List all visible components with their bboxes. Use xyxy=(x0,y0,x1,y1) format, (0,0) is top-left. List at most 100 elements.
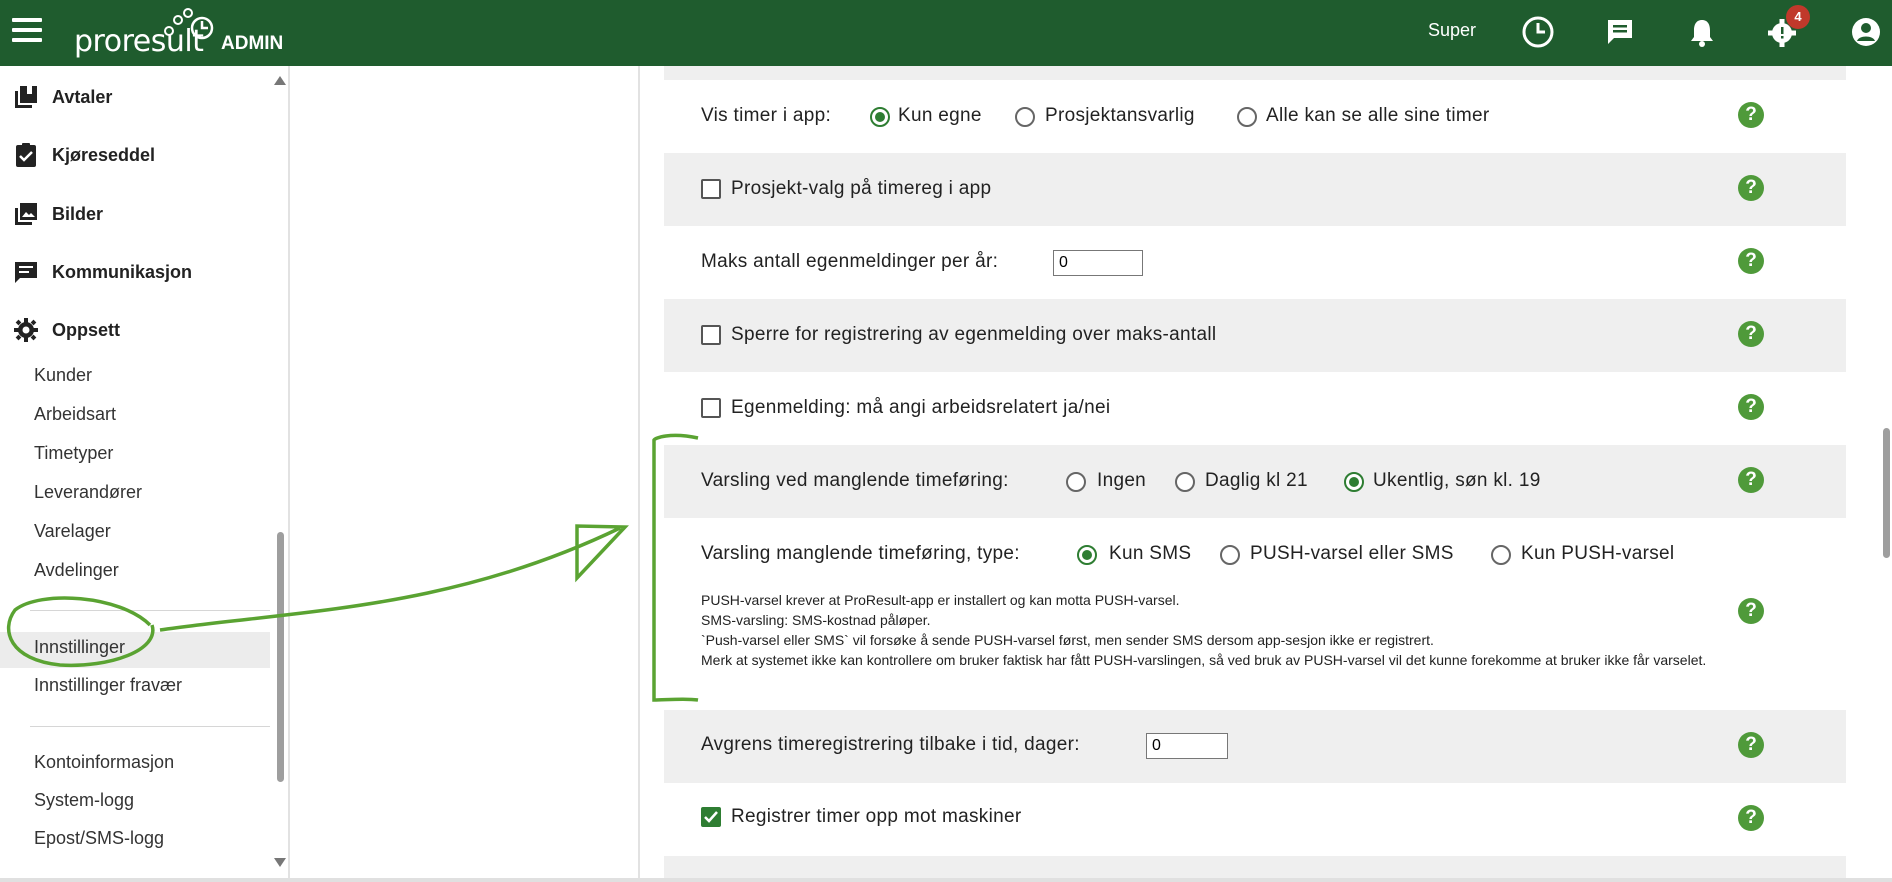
sperre-egenmelding-label: Sperre for registrering av egenmelding o… xyxy=(731,324,1217,345)
menu-icon[interactable] xyxy=(12,18,42,42)
sidebar-item-label: Avtaler xyxy=(52,86,113,107)
sidebar-item-innstillinger[interactable]: Innstillinger xyxy=(34,637,125,658)
clipboard-check-icon xyxy=(16,143,36,167)
varsling-radio-daglig[interactable] xyxy=(1175,472,1195,492)
sidebar-item-label: Bilder xyxy=(52,203,104,224)
varsling-option-label[interactable]: Ukentlig, søn kl. 19 xyxy=(1373,470,1541,492)
settings-row-registrer-maskiner: Registrer timer opp mot maskiner ? xyxy=(664,783,1846,856)
sidebar-item-kunder[interactable]: Kunder xyxy=(34,365,92,386)
help-icon[interactable]: ? xyxy=(1738,248,1764,274)
settings-row-prosjekt-valg: Prosjekt-valg på timereg i app ? xyxy=(664,153,1846,226)
help-icon[interactable]: ? xyxy=(1738,394,1764,420)
scroll-up-icon[interactable] xyxy=(274,76,286,85)
registrer-maskiner-checkbox[interactable] xyxy=(701,807,721,827)
varsling-type-note: PUSH-varsel krever at ProResult-app er i… xyxy=(701,590,1721,670)
registrer-maskiner-label: Registrer timer opp mot maskiner xyxy=(731,806,1022,827)
vis-timer-label: Vis timer i app: xyxy=(701,105,832,126)
logo-clock-icon xyxy=(164,8,214,40)
varsling-option-label[interactable]: Ingen xyxy=(1097,470,1146,492)
varsling-type-radio-push-eller-sms[interactable] xyxy=(1220,545,1240,565)
clock-icon[interactable] xyxy=(1520,14,1556,50)
vis-timer-radio-prosjektansvarlig[interactable] xyxy=(1015,107,1035,127)
notification-badge[interactable]: 4 xyxy=(1786,5,1810,29)
varsling-type-label: Varsling manglende timeføring, type: xyxy=(701,543,1020,564)
chat-icon[interactable] xyxy=(1602,14,1638,50)
sidebar: Avtaler Kjøreseddel Bilder Kommunikasjon xyxy=(0,66,290,882)
note-line: `Push-varsel eller SMS` vil forsøke å se… xyxy=(701,632,1434,648)
bell-icon[interactable] xyxy=(1684,14,1720,50)
sidebar-item-kommunikasjon[interactable]: Kommunikasjon xyxy=(12,257,192,287)
note-line: Merk at systemet ikke kan kontrollere om… xyxy=(701,652,1707,668)
sidebar-item-label: Kjøreseddel xyxy=(52,144,156,165)
admin-label: ADMIN xyxy=(221,33,284,54)
sidebar-divider xyxy=(30,610,270,611)
sidebar-item-avdelinger[interactable]: Avdelinger xyxy=(34,560,119,581)
content-divider xyxy=(638,66,640,882)
varsling-radio-ukentlig[interactable] xyxy=(1344,472,1364,492)
varsling-type-radio-kun-push[interactable] xyxy=(1491,545,1511,565)
main-scrollbar[interactable] xyxy=(1883,428,1890,558)
settings-row-previous xyxy=(664,66,1846,80)
message-icon xyxy=(15,262,37,283)
sidebar-divider xyxy=(30,726,270,727)
sidebar-item-kjoreseddel[interactable]: Kjøreseddel xyxy=(12,140,155,170)
sidebar-item-leverandorer[interactable]: Leverandører xyxy=(34,482,142,503)
sidebar-item-system-logg[interactable]: System-logg xyxy=(34,790,134,811)
varsling-radio-ingen[interactable] xyxy=(1066,472,1086,492)
user-name[interactable]: Super xyxy=(1428,20,1476,41)
vis-timer-radio-kun-egne[interactable] xyxy=(870,107,890,127)
account-icon[interactable] xyxy=(1848,14,1884,50)
settings-row-next xyxy=(664,856,1846,878)
help-icon[interactable]: ? xyxy=(1738,467,1764,493)
sidebar-item-epost-sms-logg[interactable]: Epost/SMS-logg xyxy=(34,828,164,849)
prosjekt-valg-checkbox[interactable] xyxy=(701,179,721,199)
varsling-type-option-label[interactable]: Kun PUSH-varsel xyxy=(1521,543,1674,565)
gear-icon xyxy=(14,318,38,342)
varsling-type-option-label[interactable]: Kun SMS xyxy=(1109,543,1191,565)
top-bar: proresult ADMIN Super 4 xyxy=(0,0,1892,66)
settings-row-varsling-type: Varsling manglende timeføring, type: Kun… xyxy=(664,518,1846,710)
images-icon xyxy=(15,203,37,225)
sidebar-item-arbeidsart[interactable]: Arbeidsart xyxy=(34,404,116,425)
maks-egenmeldinger-label: Maks antall egenmeldinger per år: xyxy=(701,251,999,272)
help-icon[interactable]: ? xyxy=(1738,102,1764,128)
sidebar-item-varelager[interactable]: Varelager xyxy=(34,521,111,542)
avgrens-timereg-input[interactable]: 0 xyxy=(1146,733,1228,759)
settings-row-maks-egenmeldinger: Maks antall egenmeldinger per år: 0 ? xyxy=(664,226,1846,299)
maks-egenmeldinger-input[interactable]: 0 xyxy=(1053,250,1143,276)
vis-timer-option-label[interactable]: Prosjektansvarlig xyxy=(1045,105,1195,127)
annotation-arrow-head xyxy=(575,524,629,583)
help-icon[interactable]: ? xyxy=(1738,805,1764,831)
scroll-down-icon[interactable] xyxy=(274,858,286,867)
vis-timer-option-label[interactable]: Kun egne xyxy=(898,105,982,127)
help-icon[interactable]: ? xyxy=(1738,598,1764,624)
note-line: PUSH-varsel krever at ProResult-app er i… xyxy=(701,592,1180,608)
egenmelding-arbeidsrelatert-checkbox[interactable] xyxy=(701,398,721,418)
sidebar-item-innstillinger-fravaer[interactable]: Innstillinger fravær xyxy=(34,675,182,696)
vis-timer-radio-alle[interactable] xyxy=(1237,107,1257,127)
note-line: SMS-varsling: SMS-kostnad påløper. xyxy=(701,612,931,628)
settings-row-varsling-manglende: Varsling ved manglende timeføring: Ingen… xyxy=(664,445,1846,518)
checkmark-icon xyxy=(704,811,718,823)
bottom-border xyxy=(0,878,1892,882)
sidebar-item-oppsett[interactable]: Oppsett xyxy=(12,315,120,345)
sperre-egenmelding-checkbox[interactable] xyxy=(701,325,721,345)
settings-row-egenmelding-arbeidsrelatert: Egenmelding: må angi arbeidsrelatert ja/… xyxy=(664,372,1846,445)
sidebar-item-kontoinformasjon[interactable]: Kontoinformasjon xyxy=(34,752,174,773)
settings-row-avgrens-timereg: Avgrens timeregistrering tilbake i tid, … xyxy=(664,710,1846,783)
varsling-option-label[interactable]: Daglig kl 21 xyxy=(1205,470,1308,492)
sidebar-item-timetyper[interactable]: Timetyper xyxy=(34,443,113,464)
varsling-type-option-label[interactable]: PUSH-varsel eller SMS xyxy=(1250,543,1454,565)
varsling-manglende-label: Varsling ved manglende timeføring: xyxy=(701,470,1009,491)
sidebar-item-bilder[interactable]: Bilder xyxy=(12,199,103,229)
settings-row-sperre-egenmelding: Sperre for registrering av egenmelding o… xyxy=(664,299,1846,372)
sidebar-item-avtaler[interactable]: Avtaler xyxy=(12,82,112,112)
prosjekt-valg-label: Prosjekt-valg på timereg i app xyxy=(731,178,992,199)
help-icon[interactable]: ? xyxy=(1738,175,1764,201)
vis-timer-option-label[interactable]: Alle kan se alle sine timer xyxy=(1266,105,1490,127)
help-icon[interactable]: ? xyxy=(1738,321,1764,347)
sidebar-scrollbar[interactable] xyxy=(277,532,284,782)
sidebar-item-label: Kommunikasjon xyxy=(52,261,193,282)
varsling-type-radio-kun-sms[interactable] xyxy=(1077,545,1097,565)
help-icon[interactable]: ? xyxy=(1738,732,1764,758)
